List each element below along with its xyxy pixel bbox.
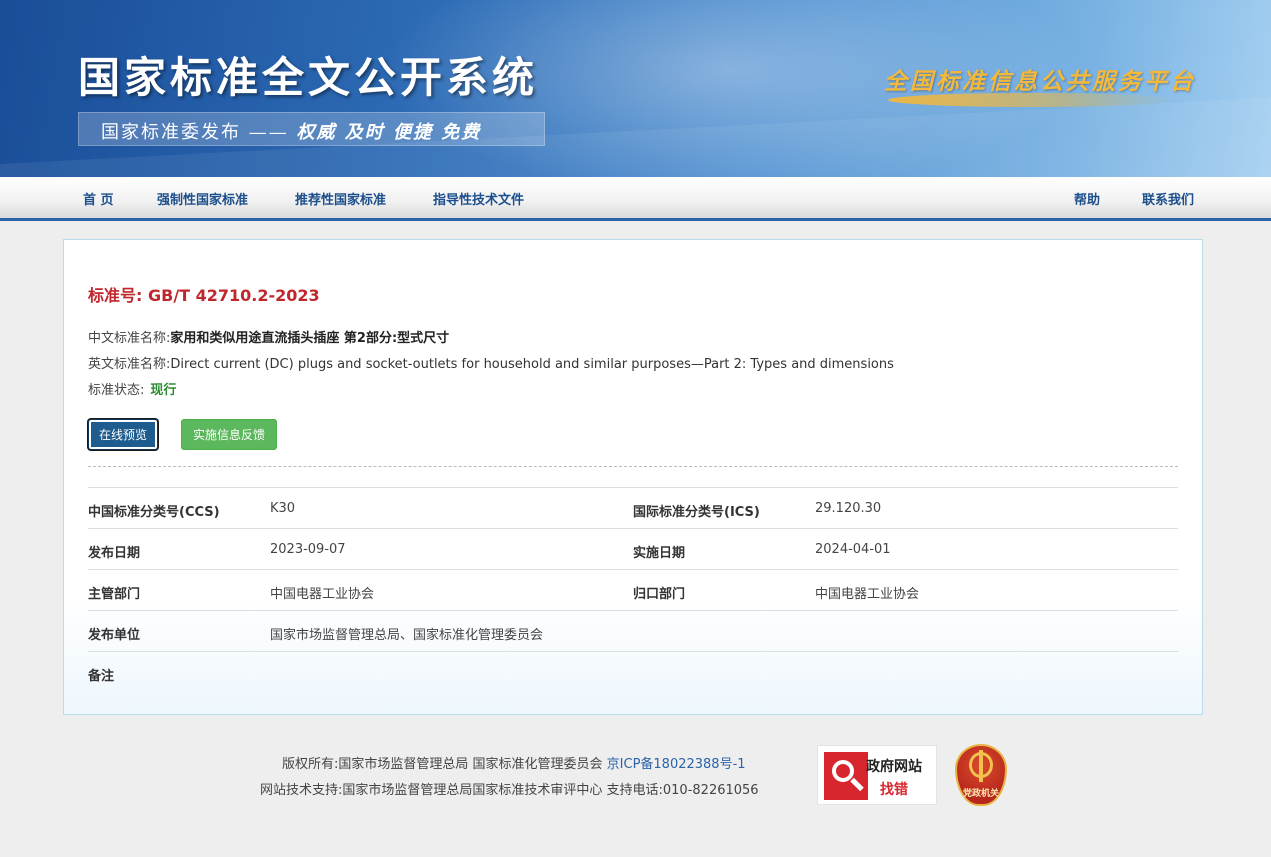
central-dept-value: 中国电器工业协会	[815, 587, 920, 602]
nav-recommended-standards[interactable]: 推荐性国家标准	[295, 189, 386, 208]
emblem-bar	[979, 750, 983, 782]
cn-name-label: 中文标准名称:	[88, 331, 171, 346]
issuer-label: 发布单位	[88, 628, 141, 643]
table-row: 中国标准分类号(CCS) K30 国际标准分类号(ICS) 29.120.30	[88, 487, 1178, 528]
standard-number: 标准号: GB/T 42710.2-2023	[88, 282, 320, 306]
online-preview-button[interactable]: 在线预览	[88, 419, 158, 450]
table-row: 发布单位 国家市场监督管理总局、国家标准化管理委员会	[88, 610, 1178, 651]
ics-label: 国际标准分类号(ICS)	[633, 505, 760, 520]
ccs-label: 中国标准分类号(CCS)	[88, 505, 220, 520]
footer-copyright: 版权所有:国家市场监督管理总局 国家标准化管理委员会 京ICP备18022388…	[282, 753, 746, 772]
tagline: 国家标准委发布 —— 权威 及时 便捷 免费	[101, 118, 481, 144]
party-government-badge[interactable]: 党政机关	[955, 744, 1007, 806]
implement-date-value: 2024-04-01	[815, 542, 891, 557]
status-label: 标准状态:	[88, 383, 145, 398]
gov-badge-subtitle: 找错	[880, 782, 908, 798]
gov-website-error-badge[interactable]: 政府网站 找错	[817, 745, 937, 805]
en-name-label: 英文标准名称:	[88, 357, 171, 372]
implementation-feedback-button[interactable]: 实施信息反馈	[181, 419, 277, 450]
table-row: 发布日期 2023-09-07 实施日期 2024-04-01	[88, 528, 1178, 569]
en-name-value: Direct current (DC) plugs and socket-out…	[170, 357, 894, 372]
central-dept-label: 归口部门	[633, 587, 686, 602]
status-badge: 现行	[150, 383, 177, 398]
ccs-value: K30	[270, 501, 296, 516]
competent-dept-value: 中国电器工业协会	[270, 587, 375, 602]
standard-number-value: GB/T 42710.2-2023	[147, 286, 320, 305]
en-name-row: 英文标准名称:Direct current (DC) plugs and soc…	[88, 353, 894, 372]
platform-logo-text[interactable]: 全国标准信息公共服务平台	[884, 62, 1196, 96]
competent-dept-label: 主管部门	[88, 587, 141, 602]
standard-number-label: 标准号:	[88, 286, 143, 305]
party-badge-label: 党政机关	[962, 789, 999, 799]
nav-guidance-documents[interactable]: 指导性技术文件	[433, 189, 524, 208]
table-row: 主管部门 中国电器工业协会 归口部门 中国电器工业协会	[88, 569, 1178, 610]
ics-value: 29.120.30	[815, 501, 882, 516]
nav-contact[interactable]: 联系我们	[1142, 189, 1194, 208]
main-nav: 首 页 强制性国家标准 推荐性国家标准 指导性技术文件 帮助 联系我们	[0, 177, 1271, 221]
standard-detail-card: 标准号: GB/T 42710.2-2023 中文标准名称:家用和类似用途直流插…	[63, 239, 1203, 715]
footer-support: 网站技术支持:国家市场监督管理总局国家标准技术审评中心 支持电话:010-822…	[260, 783, 759, 798]
issuer-value: 国家市场监督管理总局、国家标准化管理委员会	[270, 628, 544, 643]
tagline-box: 国家标准委发布 —— 权威 及时 便捷 免费	[78, 112, 545, 146]
nav-help[interactable]: 帮助	[1074, 189, 1100, 208]
platform-swoosh-icon	[888, 93, 1176, 107]
table-row: 备注	[88, 651, 1178, 692]
icp-link[interactable]: 京ICP备18022388号-1	[607, 757, 746, 772]
detail-table: 中国标准分类号(CCS) K30 国际标准分类号(ICS) 29.120.30 …	[88, 487, 1178, 692]
implement-date-label: 实施日期	[633, 546, 686, 561]
publish-date-value: 2023-09-07	[270, 542, 346, 557]
nav-mandatory-standards[interactable]: 强制性国家标准	[157, 189, 248, 208]
site-title: 国家标准全文公开系统	[78, 53, 539, 102]
cn-name-value: 家用和类似用途直流插头插座 第2部分:型式尺寸	[170, 331, 450, 346]
magnifier-icon	[832, 760, 854, 782]
tagline-slogan: 权威 及时 便捷 免费	[296, 122, 482, 143]
gov-badge-title: 政府网站	[866, 759, 922, 775]
tagline-prefix: 国家标准委发布 ——	[101, 122, 289, 143]
nav-home[interactable]: 首 页	[83, 189, 114, 208]
copyright-text: 版权所有:国家市场监督管理总局 国家标准化管理委员会	[282, 757, 603, 772]
remarks-label: 备注	[88, 669, 115, 684]
divider	[88, 466, 1178, 467]
cn-name-row: 中文标准名称:家用和类似用途直流插头插座 第2部分:型式尺寸	[88, 327, 449, 346]
status-row: 标准状态: 现行	[88, 379, 176, 398]
header-banner: 国家标准全文公开系统 国家标准委发布 —— 权威 及时 便捷 免费 全国标准信息…	[0, 0, 1271, 177]
publish-date-label: 发布日期	[88, 546, 141, 561]
